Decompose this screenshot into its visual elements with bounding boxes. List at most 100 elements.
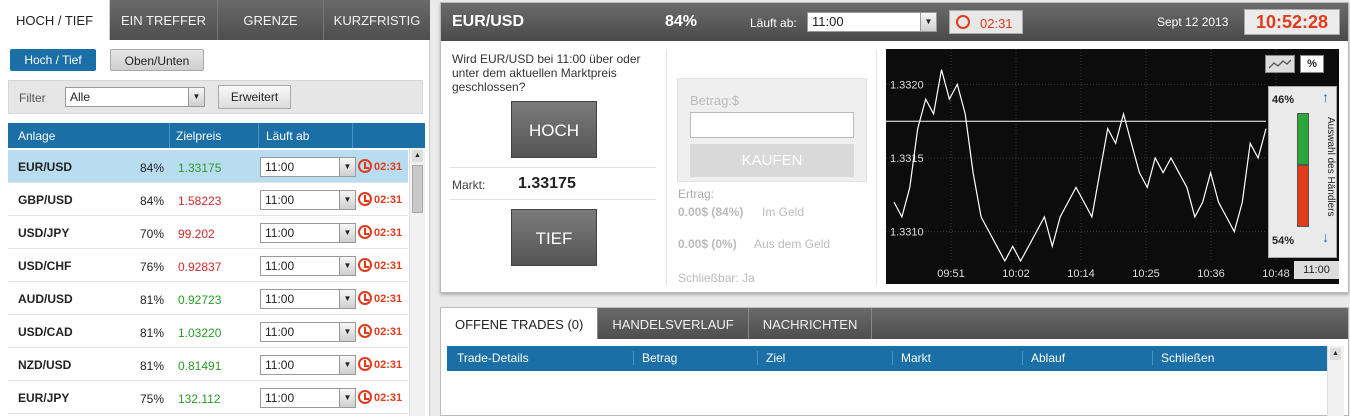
server-clock: 10:52:28: [1244, 9, 1340, 35]
out-money-label: Aus dem Geld: [754, 237, 831, 251]
chevron-down-icon: ▼: [339, 224, 355, 242]
divider: [450, 199, 656, 200]
chevron-down-icon: ▼: [339, 290, 355, 308]
tab-trade-history[interactable]: HANDELSVERLAUF: [598, 308, 749, 339]
asset-countdown: 02:31: [374, 227, 403, 239]
price-chart: 09:51 10:02 10:14 10:25 10:36 10:48 1.3320 1.33…: [886, 49, 1339, 284]
divider: [876, 50, 877, 285]
column-header-close: Schließen: [1152, 351, 1214, 365]
scrollbar-thumb[interactable]: [412, 165, 423, 213]
asset-countdown: 02:31: [374, 260, 403, 272]
expiry-select-value: 11:00: [812, 14, 844, 29]
asset-countdown: 02:31: [374, 293, 403, 305]
in-money-label: Im Geld: [762, 205, 805, 219]
asset-expiry-value: 11:00: [265, 193, 295, 207]
table-row[interactable]: USD/JPY 70% 99.202 11:00 ▼ 02:31: [8, 216, 408, 249]
asset-expiry-select[interactable]: 11:00 ▼: [260, 289, 356, 309]
asset-expiry-select[interactable]: 11:00 ▼: [260, 223, 356, 243]
chart-x-tick-label: 10:25: [1132, 268, 1160, 280]
amount-input[interactable]: [690, 112, 854, 138]
chart-price-line: [893, 69, 1267, 263]
sentiment-label: Auswahl des Händlers: [1325, 117, 1336, 217]
asset-target-price: 132.112: [178, 392, 221, 406]
tab-kurzfristig[interactable]: KURZFRISTIG: [324, 0, 430, 40]
table-row[interactable]: EUR/USD 84% 1.33175 11:00 ▼ 02:31: [8, 150, 408, 183]
asset-expiry-select[interactable]: 11:00 ▼: [260, 157, 356, 177]
asset-expiry-value: 11:00: [265, 292, 295, 306]
asset-expiry-value: 11:00: [265, 358, 295, 372]
trade-header: EUR/USD 84% Läuft ab: 11:00 ▼ 02:31 Sept…: [441, 3, 1348, 41]
filter-select[interactable]: Alle ▼: [65, 87, 205, 107]
filter-label: Filter: [19, 91, 46, 105]
chevron-down-icon: ▼: [339, 158, 355, 176]
trades-table-scrollbar[interactable]: ▲: [1327, 346, 1344, 416]
asset-table-scrollbar[interactable]: ▲: [409, 148, 425, 416]
asset-name: USD/CHF: [18, 259, 72, 273]
option-type-tabs: HOCH / TIEF EIN TREFFER GRENZE KURZFRIST…: [0, 0, 430, 40]
arrow-up-icon: ↑: [1322, 89, 1329, 105]
tab-news[interactable]: NACHRICHTEN: [749, 308, 873, 339]
asset-target-price: 0.81491: [178, 359, 222, 373]
asset-name: USD/CAD: [18, 325, 73, 339]
chart-x-tick-label: 09:51: [937, 268, 965, 280]
trader-sentiment-panel: 46% ↑ 54% ↓ Auswahl des Händlers: [1268, 86, 1337, 258]
trades-tabs: OFFENE TRADES (0) HANDELSVERLAUF NACHRIC…: [441, 308, 1348, 339]
sentiment-down-bar: [1297, 165, 1309, 227]
sub-button-oben-unten[interactable]: Oben/Unten: [110, 49, 204, 71]
table-row[interactable]: EUR/JPY 75% 132.112 11:00 ▼ 02:31: [8, 381, 408, 414]
tab-hoch-tief[interactable]: HOCH / TIEF: [0, 0, 110, 40]
asset-countdown: 02:31: [374, 359, 403, 371]
asset-payout: 76%: [139, 260, 164, 274]
trades-table-header: Trade-Details Betrag Ziel Markt Ablauf S…: [447, 346, 1327, 371]
buy-button[interactable]: KAUFEN: [690, 144, 854, 177]
chevron-down-icon: ▼: [339, 356, 355, 374]
chart-x-tick-label: 10:02: [1002, 268, 1030, 280]
tab-ein-treffer[interactable]: EIN TREFFER: [110, 0, 218, 40]
low-button[interactable]: TIEF: [511, 209, 597, 266]
asset-payout: 75%: [139, 392, 164, 406]
scroll-up-icon[interactable]: ▲: [1330, 348, 1341, 360]
chart-y-tick-label: 1.3315: [890, 153, 924, 165]
asset-expiry-select[interactable]: 11:00 ▼: [260, 256, 356, 276]
chevron-down-icon: ▼: [339, 389, 355, 407]
advanced-button[interactable]: Erweitert: [218, 85, 291, 109]
table-row[interactable]: USD/CAD 81% 1.03220 11:00 ▼ 02:31: [8, 315, 408, 348]
asset-expiry-select[interactable]: 11:00 ▼: [260, 190, 356, 210]
asset-expiry-select[interactable]: 11:00 ▼: [260, 388, 356, 408]
chevron-down-icon: ▼: [920, 13, 936, 31]
column-header-target: Ziel: [757, 351, 785, 365]
chart-type-button[interactable]: [1265, 55, 1295, 73]
table-row[interactable]: NZD/USD 81% 0.81491 11:00 ▼ 02:31: [8, 348, 408, 381]
chevron-down-icon: ▼: [188, 88, 204, 106]
clock-icon: [358, 291, 372, 305]
column-header-market: Markt: [892, 351, 931, 365]
filter-select-value: Alle: [70, 90, 91, 104]
purchase-box: Betrag:$ KAUFEN: [677, 78, 867, 182]
asset-target-price: 1.33175: [178, 161, 222, 175]
percent-toggle-button[interactable]: %: [1300, 55, 1324, 73]
high-button[interactable]: HOCH: [511, 101, 597, 158]
amount-label: Betrag:$: [690, 93, 740, 108]
clock-icon: [358, 225, 372, 239]
expiry-select[interactable]: 11:00 ▼: [807, 12, 937, 32]
column-header-trade-details: Trade-Details: [457, 351, 529, 365]
tab-open-trades[interactable]: OFFENE TRADES (0): [441, 308, 599, 339]
current-date: Sept 12 2013: [1157, 15, 1229, 29]
asset-table-header: Anlage Zielpreis Läuft ab: [8, 123, 425, 148]
asset-payout: 84%: [139, 161, 164, 175]
asset-expiry-value: 11:00: [265, 391, 295, 405]
asset-expiry-value: 11:00: [265, 160, 295, 174]
asset-expiry-select[interactable]: 11:00 ▼: [260, 322, 356, 342]
tab-grenze[interactable]: GRENZE: [218, 0, 324, 40]
line-chart-icon: [1268, 59, 1292, 69]
trade-asset-title: EUR/USD: [452, 13, 525, 30]
sentiment-up-bar: [1297, 113, 1309, 165]
sub-button-hoch-tief[interactable]: Hoch / Tief: [10, 49, 96, 71]
asset-name: EUR/JPY: [18, 391, 70, 405]
asset-target-price: 99.202: [178, 227, 215, 241]
scroll-up-icon[interactable]: ▲: [412, 150, 423, 162]
table-row[interactable]: USD/CHF 76% 0.92837 11:00 ▼ 02:31: [8, 249, 408, 282]
table-row[interactable]: AUD/USD 81% 0.92723 11:00 ▼ 02:31: [8, 282, 408, 315]
asset-expiry-select[interactable]: 11:00 ▼: [260, 355, 356, 375]
table-row[interactable]: GBP/USD 84% 1.58223 11:00 ▼ 02:31: [8, 183, 408, 216]
